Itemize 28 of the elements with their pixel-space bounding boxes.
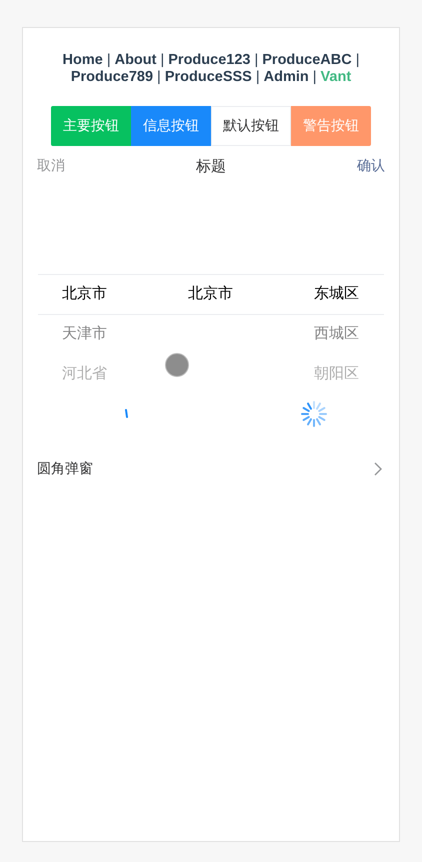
- nav-link[interactable]: About: [114, 52, 156, 69]
- confirm-button[interactable]: 确认: [357, 157, 385, 175]
- separator: |: [254, 52, 258, 69]
- picker-option[interactable]: 北京市: [62, 274, 107, 314]
- loading-icon: [124, 409, 130, 419]
- nav-link[interactable]: Produce789: [70, 69, 154, 86]
- nav-link[interactable]: Home: [62, 52, 103, 69]
- button[interactable]: 信息按钮: [131, 106, 211, 146]
- picker-option[interactable]: 东城区: [314, 274, 359, 314]
- separator: |: [106, 52, 111, 69]
- separator: |: [256, 69, 260, 86]
- chevron-right-icon: [373, 461, 383, 477]
- button[interactable]: 默认按钮: [211, 106, 291, 146]
- nav-link[interactable]: ProduceSSS: [164, 69, 252, 86]
- picker-option[interactable]: 天津市: [62, 314, 107, 354]
- nav-link[interactable]: Admin: [264, 69, 309, 86]
- loading-spinner-icon: [300, 400, 328, 428]
- picker-title: 标题: [196, 156, 226, 176]
- separator: |: [312, 69, 317, 86]
- separator: |: [157, 69, 161, 86]
- picker-option[interactable]: 西城区: [314, 314, 359, 354]
- separator: |: [160, 52, 164, 69]
- separator: |: [356, 52, 360, 69]
- touch-dot-icon: [165, 353, 189, 377]
- popup-cell[interactable]: 圆角弹窗: [23, 448, 399, 490]
- picker-option[interactable]: 北京市: [188, 274, 233, 314]
- nav-link[interactable]: ProduceABC: [262, 52, 352, 69]
- nav-link[interactable]: Produce123: [168, 52, 250, 69]
